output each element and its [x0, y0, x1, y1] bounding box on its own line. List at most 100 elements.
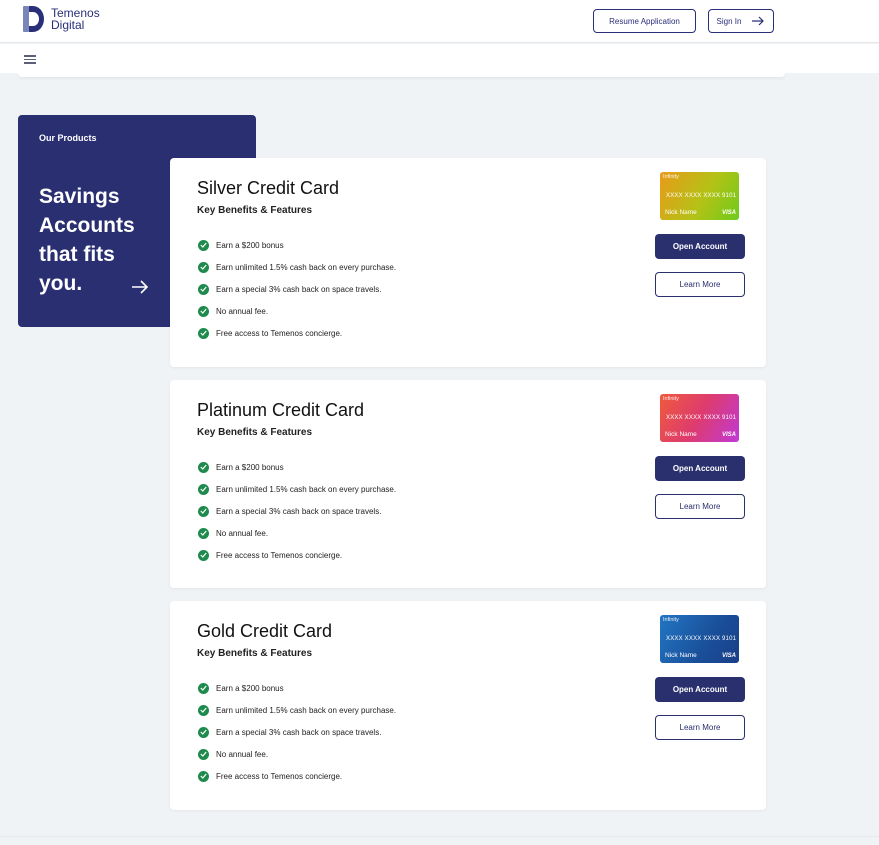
promo-label: Our Products — [39, 133, 97, 143]
product-subtitle: Key Benefits & Features — [197, 648, 313, 659]
menu-bar-shadow — [18, 72, 785, 77]
check-circle-icon — [198, 527, 209, 539]
feature-item: No annual fee. — [198, 300, 396, 322]
learn-more-button[interactable]: Learn More — [655, 494, 745, 519]
feature-text: No annual fee. — [216, 749, 269, 759]
product-card-silver: Silver Credit Card Key Benefits & Featur… — [170, 158, 766, 367]
resume-application-label: Resume Application — [609, 16, 680, 26]
feature-text: Earn a special 3% cash back on space tra… — [216, 284, 382, 294]
brand-line-2: Digital — [51, 18, 85, 32]
feature-text: Free access to Temenos concierge. — [216, 771, 343, 781]
card-number: XXXX XXXX XXXX 9101 — [666, 193, 737, 199]
feature-text: No annual fee. — [216, 306, 269, 316]
product-title: Platinum Credit Card — [197, 400, 365, 420]
feature-text: Free access to Temenos concierge. — [216, 328, 343, 338]
feature-item: Earn a special 3% cash back on space tra… — [198, 721, 396, 743]
credit-card-image: Infinity XXXX XXXX XXXX 9101 Nick Name V… — [660, 615, 739, 663]
page-footer-divider — [0, 836, 879, 845]
credit-card-image: Infinity XXXX XXXX XXXX 9101 Nick Name V… — [660, 172, 739, 220]
check-circle-icon — [198, 549, 209, 561]
brand-name: Temenos Digital — [51, 7, 100, 31]
feature-item: Earn a $200 bonus — [198, 456, 396, 478]
card-number: XXXX XXXX XXXX 9101 — [666, 636, 737, 642]
feature-text: Earn unlimited 1.5% cash back on every p… — [216, 705, 397, 715]
open-account-button[interactable]: Open Account — [655, 234, 745, 259]
check-circle-icon — [198, 283, 209, 295]
arrow-right-icon — [752, 16, 765, 26]
arrow-right-icon[interactable] — [131, 278, 149, 296]
product-card-platinum: Platinum Credit Card Key Benefits & Feat… — [170, 380, 766, 588]
check-circle-icon — [198, 770, 209, 782]
card-holder: Nick Name — [665, 652, 697, 659]
check-circle-icon — [198, 327, 209, 339]
card-network: VISA — [721, 210, 736, 216]
product-card-gold: Gold Credit Card Key Benefits & Features… — [170, 601, 766, 810]
open-account-button[interactable]: Open Account — [655, 456, 745, 481]
open-account-label: Open Account — [672, 242, 728, 251]
check-circle-icon — [198, 461, 209, 473]
top-bar: Temenos Digital Resume Application Sign … — [0, 0, 879, 43]
learn-more-label: Learn More — [679, 723, 721, 732]
feature-text: Earn a $200 bonus — [216, 683, 284, 693]
feature-item: No annual fee. — [198, 743, 396, 765]
card-holder: Nick Name — [665, 209, 697, 216]
feature-item: Earn a special 3% cash back on space tra… — [198, 500, 396, 522]
check-circle-icon — [198, 704, 209, 716]
feature-text: Earn unlimited 1.5% cash back on every p… — [216, 262, 397, 272]
feature-item: Free access to Temenos concierge. — [198, 322, 396, 344]
learn-more-label: Learn More — [679, 502, 721, 511]
feature-item: Earn unlimited 1.5% cash back on every p… — [198, 478, 396, 500]
card-network: VISA — [721, 432, 736, 438]
feature-item: Free access to Temenos concierge. — [198, 765, 396, 787]
check-circle-icon — [198, 682, 209, 694]
open-account-button[interactable]: Open Account — [655, 677, 745, 702]
check-circle-icon — [198, 305, 209, 317]
check-circle-icon — [198, 748, 209, 760]
feature-item: Earn a $200 bonus — [198, 234, 396, 256]
resume-application-button[interactable]: Resume Application — [593, 9, 696, 33]
feature-item: Earn a special 3% cash back on space tra… — [198, 278, 396, 300]
card-network: VISA — [721, 653, 736, 659]
learn-more-label: Learn More — [679, 280, 721, 289]
product-title: Gold Credit Card — [197, 621, 333, 641]
feature-item: Earn unlimited 1.5% cash back on every p… — [198, 699, 396, 721]
credit-card-image: Infinity XXXX XXXX XXXX 9101 Nick Name V… — [660, 394, 739, 442]
open-account-label: Open Account — [672, 685, 728, 694]
learn-more-button[interactable]: Learn More — [655, 715, 745, 740]
menu-bar — [0, 44, 879, 73]
feature-text: Earn a special 3% cash back on space tra… — [216, 506, 382, 516]
check-circle-icon — [198, 505, 209, 517]
temenos-logo-icon — [23, 6, 44, 32]
card-holder: Nick Name — [665, 431, 697, 438]
check-circle-icon — [198, 239, 209, 251]
feature-item: Earn a $200 bonus — [198, 677, 396, 699]
feature-list: Earn a $200 bonus Earn unlimited 1.5% ca… — [198, 234, 396, 344]
learn-more-button[interactable]: Learn More — [655, 272, 745, 297]
card-brand: Infinity — [663, 396, 679, 402]
card-brand: Infinity — [663, 617, 679, 623]
product-title: Silver Credit Card — [197, 178, 340, 198]
feature-text: Earn unlimited 1.5% cash back on every p… — [216, 484, 397, 494]
feature-list: Earn a $200 bonus Earn unlimited 1.5% ca… — [198, 456, 396, 566]
product-subtitle: Key Benefits & Features — [197, 427, 313, 438]
feature-list: Earn a $200 bonus Earn unlimited 1.5% ca… — [198, 677, 396, 787]
feature-text: No annual fee. — [216, 528, 269, 538]
check-circle-icon — [198, 261, 209, 273]
feature-item: No annual fee. — [198, 522, 396, 544]
brand-logo[interactable]: Temenos Digital — [23, 6, 100, 32]
card-number: XXXX XXXX XXXX 9101 — [666, 415, 737, 421]
sign-in-button[interactable]: Sign In — [708, 9, 774, 33]
hamburger-icon[interactable] — [24, 55, 36, 64]
feature-item: Earn unlimited 1.5% cash back on every p… — [198, 256, 396, 278]
feature-item: Free access to Temenos concierge. — [198, 544, 396, 566]
sign-in-label: Sign In — [716, 16, 742, 26]
feature-text: Earn a special 3% cash back on space tra… — [216, 727, 382, 737]
feature-text: Earn a $200 bonus — [216, 462, 284, 472]
card-brand: Infinity — [663, 174, 679, 180]
feature-text: Free access to Temenos concierge. — [216, 550, 343, 560]
product-subtitle: Key Benefits & Features — [197, 205, 313, 216]
open-account-label: Open Account — [672, 464, 728, 473]
feature-text: Earn a $200 bonus — [216, 240, 284, 250]
check-circle-icon — [198, 726, 209, 738]
check-circle-icon — [198, 483, 209, 495]
